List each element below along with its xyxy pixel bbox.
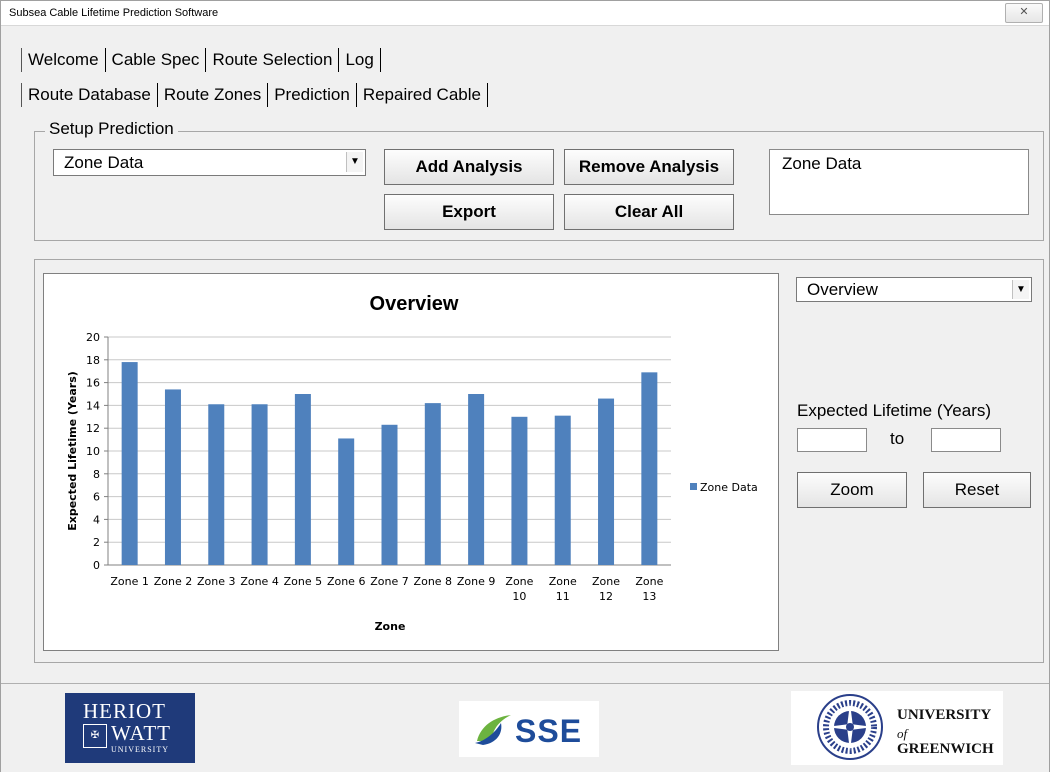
- range-from-input[interactable]: [797, 428, 867, 452]
- chart-bar: [381, 424, 398, 565]
- tab-route-selection[interactable]: Route Selection: [206, 48, 340, 72]
- y-tick-label: 18: [86, 354, 100, 367]
- ug-logo-line2: of: [897, 726, 908, 741]
- sse-logo-text: SSE: [515, 713, 583, 749]
- x-tick-label: Zone 7: [370, 575, 409, 588]
- tab-route-database[interactable]: Route Database: [21, 83, 158, 107]
- y-tick-label: 20: [86, 331, 100, 344]
- chart-bar: [121, 362, 138, 565]
- legend-label: Zone Data: [700, 481, 758, 494]
- ug-logo-line3: GREENWICH: [897, 741, 994, 757]
- x-tick-label-line2: 10: [512, 590, 526, 603]
- list-item[interactable]: Zone Data: [782, 154, 861, 174]
- chart-bar: [424, 403, 441, 565]
- sub-tab-strip: Route Database Route Zones Prediction Re…: [21, 81, 488, 107]
- chart-bar: [554, 415, 571, 565]
- x-tick-label-line2: 13: [642, 590, 656, 603]
- chart-bar: [511, 416, 528, 565]
- x-tick-label: Zone 4: [240, 575, 279, 588]
- chart-bar: [251, 404, 268, 565]
- data-source-select[interactable]: Zone Data ▼: [53, 149, 366, 176]
- ug-logo-line1: UNIVERSITY: [897, 707, 992, 723]
- x-tick-label-line2: 11: [556, 590, 570, 603]
- y-tick-label: 4: [93, 513, 100, 526]
- sse-logo: SSE: [459, 701, 599, 757]
- chevron-down-icon[interactable]: ▼: [346, 152, 363, 172]
- x-axis-label: Zone: [375, 620, 406, 633]
- y-axis-label: Expected Lifetime (Years): [66, 371, 79, 531]
- y-tick-label: 12: [86, 422, 100, 435]
- reset-button[interactable]: Reset: [923, 472, 1031, 508]
- x-tick-label: Zone: [549, 575, 577, 588]
- range-to-input[interactable]: [931, 428, 1001, 452]
- hw-logo-line3: UNIVERSITY: [111, 745, 169, 754]
- data-source-value: Zone Data: [64, 153, 144, 172]
- add-analysis-button[interactable]: Add Analysis: [384, 149, 554, 185]
- compass-seal-icon: [817, 694, 883, 760]
- chart-area: Overview 0 2 4 6 8 10 12 14 16 18 20 Zone 1 Zone 2 Zon…: [43, 273, 779, 651]
- x-tick-label: Zone: [635, 575, 663, 588]
- x-tick-label: Zone 1: [110, 575, 148, 588]
- clear-all-button[interactable]: Clear All: [564, 194, 734, 230]
- chart-bar: [598, 398, 615, 565]
- chart-bar: [164, 389, 181, 565]
- y-tick-label: 8: [93, 468, 100, 481]
- export-button[interactable]: Export: [384, 194, 554, 230]
- y-tick-label: 16: [86, 377, 100, 390]
- tab-prediction[interactable]: Prediction: [268, 83, 357, 107]
- bar-chart: Overview 0 2 4 6 8 10 12 14 16 18 20 Zone 1 Zone 2 Zon…: [66, 293, 758, 633]
- tab-welcome[interactable]: Welcome: [21, 48, 106, 72]
- tab-repaired-cable[interactable]: Repaired Cable: [357, 83, 488, 107]
- close-button[interactable]: ✕: [1005, 3, 1043, 23]
- app-window: Subsea Cable Lifetime Prediction Softwar…: [0, 0, 1050, 772]
- x-tick-label: Zone 2: [154, 575, 193, 588]
- legend-swatch: [690, 483, 697, 490]
- range-to-label: to: [890, 429, 905, 448]
- x-tick-label: Zone 9: [457, 575, 496, 588]
- chart-bar: [208, 404, 225, 565]
- window-title: Subsea Cable Lifetime Prediction Softwar…: [9, 7, 219, 19]
- chart-bar: [294, 394, 311, 565]
- y-tick-label: 6: [93, 491, 100, 504]
- setup-prediction-label: Setup Prediction: [45, 119, 178, 139]
- x-tick-label: Zone 5: [284, 575, 323, 588]
- tab-log[interactable]: Log: [339, 48, 381, 72]
- hw-logo-line2: WATT: [111, 721, 171, 745]
- x-tick-label: Zone 6: [327, 575, 366, 588]
- y-tick-label: 2: [93, 536, 100, 549]
- x-tick-label: Zone: [592, 575, 620, 588]
- sse-swoosh-icon: [475, 715, 511, 745]
- heriot-watt-logo: HERIOT ✠ WATT UNIVERSITY: [65, 693, 195, 763]
- x-tick-label: Zone 8: [414, 575, 453, 588]
- view-select[interactable]: Overview ▼: [796, 277, 1032, 302]
- x-tick-label-line2: 12: [599, 590, 613, 603]
- tab-route-zones[interactable]: Route Zones: [158, 83, 269, 107]
- shield-icon: ✠: [83, 724, 107, 748]
- remove-analysis-button[interactable]: Remove Analysis: [564, 149, 734, 185]
- greenwich-logo: UNIVERSITY of GREENWICH: [791, 691, 1003, 765]
- y-tick-label: 14: [86, 399, 100, 412]
- y-tick-label: 10: [86, 445, 100, 458]
- x-tick-label: Zone 3: [197, 575, 236, 588]
- y-tick-label: 0: [93, 559, 100, 572]
- zoom-button[interactable]: Zoom: [797, 472, 907, 508]
- chart-bar: [338, 438, 355, 565]
- chart-bar: [641, 372, 658, 565]
- main-tab-strip: Welcome Cable Spec Route Selection Log: [21, 46, 381, 72]
- analysis-list[interactable]: Zone Data: [769, 149, 1029, 215]
- chart-title: Overview: [370, 293, 459, 315]
- chevron-down-icon[interactable]: ▼: [1012, 280, 1029, 299]
- range-label: Expected Lifetime (Years): [797, 401, 992, 420]
- view-select-value: Overview: [807, 280, 878, 299]
- chart-bar: [468, 394, 485, 565]
- title-bar: Subsea Cable Lifetime Prediction Softwar…: [1, 1, 1049, 26]
- x-tick-label: Zone: [505, 575, 533, 588]
- tab-cable-spec[interactable]: Cable Spec: [106, 48, 207, 72]
